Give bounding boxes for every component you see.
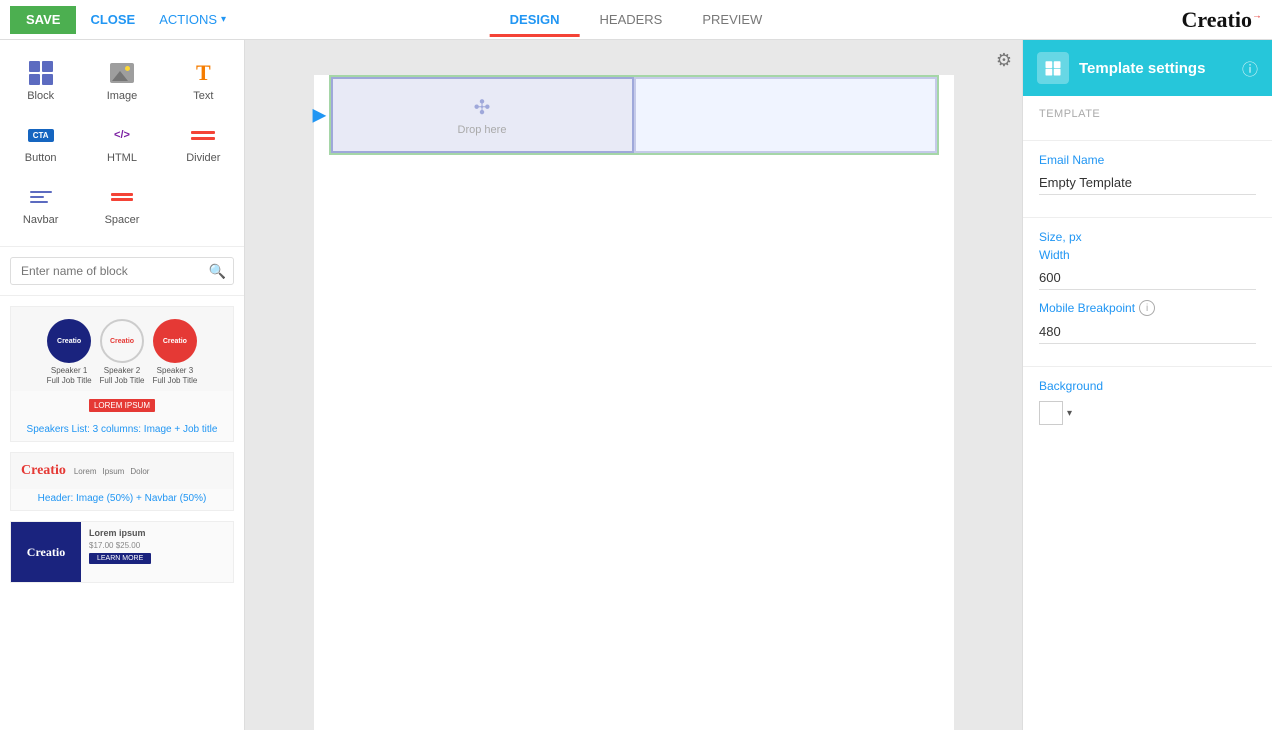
divider-icon	[188, 122, 218, 148]
right-panel: Template settings ⓘ Template Email Name …	[1022, 40, 1272, 730]
panel-header-title: Template settings	[1079, 60, 1232, 77]
header-navbar-label: Header: Image (50%) + Navbar (50%)	[11, 489, 233, 510]
search-icon: 🔍	[209, 263, 226, 280]
product-price: $17.00 $25.00	[89, 541, 225, 550]
header-logo: Creatio	[21, 463, 66, 479]
move-icon: ✣	[474, 95, 491, 120]
width-input[interactable]	[1039, 266, 1256, 290]
product-info: Lorem ipsum $17.00 $25.00 LEARN MORE	[81, 522, 233, 582]
actions-button[interactable]: ACTIONS	[149, 6, 236, 34]
panel-info-icon[interactable]: ⓘ	[1242, 56, 1258, 80]
avatar-2: Creatio	[100, 319, 144, 363]
avatar-3: Creatio	[153, 319, 197, 363]
save-button[interactable]: SAVE	[10, 6, 76, 34]
html-label: HTML	[107, 152, 137, 164]
email-canvas: ▶ ✣ Drop here	[314, 75, 954, 730]
email-name-section: Email Name Empty Template	[1023, 141, 1272, 218]
color-picker-row: ▾	[1039, 401, 1256, 425]
tab-preview[interactable]: PREVIEW	[682, 2, 782, 37]
drop-zone[interactable]: ▶ ✣ Drop here	[329, 75, 939, 155]
settings-gear-icon[interactable]: ⚙	[996, 50, 1012, 71]
button-icon: CTA	[26, 122, 56, 148]
canvas-area: ⚙ ▶ ✣ Drop here	[245, 40, 1022, 730]
speakers-card-label: Speakers List: 3 columns: Image + Job ti…	[11, 420, 233, 441]
product-btn: LEARN MORE	[89, 553, 151, 564]
background-label: Background	[1039, 379, 1256, 393]
mobile-breakpoint-label: Mobile Breakpoint i	[1039, 300, 1256, 316]
speaker-2: Creatio Speaker 2Full Job Title	[100, 319, 145, 385]
navbar-icon	[26, 184, 56, 210]
product-preview: Creatio Lorem ipsum $17.00 $25.00 LEARN …	[11, 522, 233, 582]
sidebar-item-divider[interactable]: Divider	[163, 112, 244, 174]
color-picker-arrow-icon[interactable]: ▾	[1067, 408, 1072, 419]
panel-header: Template settings ⓘ	[1023, 40, 1272, 96]
html-icon: </>	[107, 122, 137, 148]
sidebar-item-block[interactable]: Block	[0, 50, 81, 112]
app-logo: Creatio→	[1182, 7, 1262, 33]
close-button[interactable]: CLOSE	[76, 6, 149, 34]
template-section: Template	[1023, 96, 1272, 141]
template-section-title: Template	[1039, 108, 1256, 120]
header-navbar-preview: Creatio Lorem Ipsum Dolor	[11, 453, 233, 489]
sidebar-item-image[interactable]: Image	[81, 50, 162, 112]
drop-cell-right[interactable]	[634, 77, 937, 153]
size-label: Size, px	[1039, 230, 1256, 244]
arrow-indicator-icon: ▶	[313, 105, 327, 126]
template-card-product[interactable]: Creatio Lorem ipsum $17.00 $25.00 LEARN …	[10, 521, 234, 583]
sidebar-item-html[interactable]: </> HTML	[81, 112, 162, 174]
block-icon	[26, 60, 56, 86]
template-card-header-navbar[interactable]: Creatio Lorem Ipsum Dolor Header: Image …	[10, 452, 234, 511]
button-label: Button	[25, 152, 57, 164]
email-name-value: Empty Template	[1039, 171, 1256, 195]
avatar-1: Creatio	[47, 319, 91, 363]
size-section: Size, px Width Mobile Breakpoint i	[1023, 218, 1272, 367]
component-grid: Block Image T Text CTA Bu	[0, 40, 244, 247]
text-icon: T	[188, 60, 218, 86]
drop-cell-left[interactable]: ✣ Drop here	[331, 77, 634, 153]
template-card-speakers[interactable]: Creatio Speaker 1Full Job Title Creatio …	[10, 306, 234, 442]
mobile-breakpoint-input[interactable]	[1039, 320, 1256, 344]
toolbar-tabs: DESIGN HEADERS PREVIEW	[490, 2, 783, 37]
navbar-label: Navbar	[23, 214, 58, 226]
speaker-3: Creatio Speaker 3Full Job Title	[152, 319, 197, 385]
speaker-1: Creatio Speaker 1Full Job Title	[47, 319, 92, 385]
product-logo-area: Creatio	[11, 522, 81, 582]
divider-label: Divider	[186, 152, 220, 164]
sidebar-item-navbar[interactable]: Navbar	[0, 174, 81, 236]
sidebar-item-text[interactable]: T Text	[163, 50, 244, 112]
template-cards: Creatio Speaker 1Full Job Title Creatio …	[0, 296, 244, 603]
toolbar: SAVE CLOSE ACTIONS DESIGN HEADERS PREVIE…	[0, 0, 1272, 40]
main-content: Block Image T Text CTA Bu	[0, 40, 1272, 730]
image-icon	[107, 60, 137, 86]
drop-text: Drop here	[458, 124, 507, 136]
sidebar-item-button[interactable]: CTA Button	[0, 112, 81, 174]
email-name-label: Email Name	[1039, 153, 1256, 167]
drop-here-area: ✣ Drop here	[458, 95, 507, 136]
tab-headers[interactable]: HEADERS	[580, 2, 683, 37]
mobile-info-icon[interactable]: i	[1139, 300, 1155, 316]
search-input[interactable]	[10, 257, 234, 285]
search-box: 🔍	[0, 247, 244, 296]
product-title: Lorem ipsum	[89, 528, 225, 538]
tab-design[interactable]: DESIGN	[490, 2, 580, 37]
spacer-icon	[107, 184, 137, 210]
image-label: Image	[107, 90, 138, 102]
speakers-preview: Creatio Speaker 1Full Job Title Creatio …	[11, 307, 233, 391]
width-label: Width	[1039, 248, 1256, 262]
lorem-badge: LOREM IPSUM	[89, 399, 155, 412]
left-sidebar: Block Image T Text CTA Bu	[0, 40, 245, 730]
spacer-label: Spacer	[105, 214, 140, 226]
background-section: Background ▾	[1023, 367, 1272, 437]
product-logo: Creatio	[27, 545, 65, 560]
template-settings-icon	[1037, 52, 1069, 84]
text-label: Text	[193, 90, 213, 102]
navbar-preview: Lorem Ipsum Dolor	[74, 467, 150, 476]
block-label: Block	[27, 90, 54, 102]
sidebar-item-spacer[interactable]: Spacer	[81, 174, 162, 236]
search-input-wrap: 🔍	[10, 257, 234, 285]
color-picker-box[interactable]	[1039, 401, 1063, 425]
